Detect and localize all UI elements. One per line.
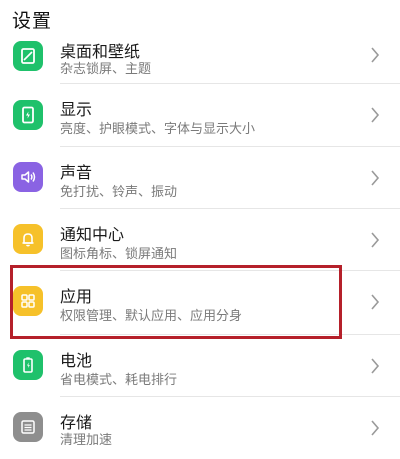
row-title: 电池 (60, 351, 93, 370)
chevron-right-icon (371, 294, 380, 310)
storage-icon (13, 412, 43, 442)
settings-item-battery[interactable]: 电池 省电模式、耗电排行 (0, 335, 400, 397)
settings-item-storage[interactable]: 存储 清理加速 (0, 397, 400, 459)
chevron-right-icon (371, 232, 380, 248)
row-subtitle: 杂志锁屏、主题 (60, 62, 152, 77)
speaker-icon (13, 162, 43, 192)
settings-item-sound[interactable]: 声音 免打扰、铃声、振动 (0, 147, 400, 209)
battery-icon (13, 350, 43, 380)
page-title: 设置 (12, 10, 53, 32)
row-subtitle: 图标角标、锁屏通知 (60, 247, 178, 262)
bell-icon (13, 224, 43, 254)
row-subtitle: 亮度、护眼模式、字体与显示大小 (60, 122, 256, 137)
settings-item-apps[interactable]: 应用 权限管理、默认应用、应用分身 (0, 271, 400, 333)
row-title: 声音 (60, 163, 93, 182)
wallpaper-icon (13, 41, 43, 71)
display-icon (13, 100, 43, 130)
chevron-right-icon (371, 420, 380, 436)
settings-item-display[interactable]: 显示 亮度、护眼模式、字体与显示大小 (0, 84, 400, 146)
row-subtitle: 免打扰、铃声、振动 (60, 185, 178, 200)
settings-list: 桌面和壁纸 杂志锁屏、主题 显示 亮度、护眼模式、字体与显示大小 声音 免打扰、… (0, 0, 400, 448)
settings-item-notifications[interactable]: 通知中心 图标角标、锁屏通知 (0, 209, 400, 271)
row-subtitle: 权限管理、默认应用、应用分身 (60, 309, 243, 324)
chevron-right-icon (371, 358, 380, 374)
row-subtitle: 省电模式、耗电排行 (60, 373, 178, 388)
chevron-right-icon (371, 47, 380, 63)
row-title: 通知中心 (60, 225, 125, 244)
row-title: 应用 (60, 287, 93, 306)
chevron-right-icon (371, 107, 380, 123)
app-header: 设置 (0, 0, 400, 40)
apps-grid-icon (13, 286, 43, 316)
chevron-right-icon (371, 170, 380, 186)
row-subtitle: 清理加速 (60, 433, 113, 448)
row-title: 显示 (60, 100, 93, 119)
